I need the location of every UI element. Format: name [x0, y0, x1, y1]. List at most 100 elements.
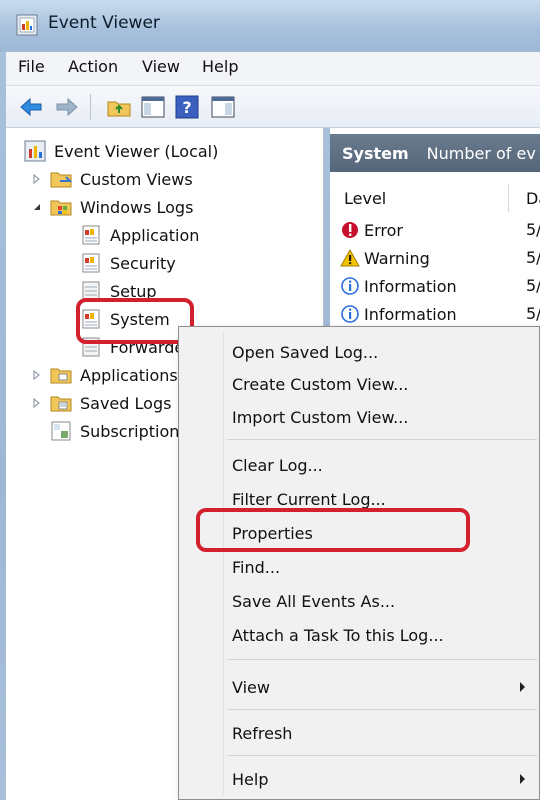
menu-item-filter-current-log[interactable]: Filter Current Log... [179, 483, 540, 515]
tree-label: Windows Logs [80, 197, 194, 217]
menu-bar: File Action View Help [6, 52, 540, 86]
collapse-arrow-icon[interactable] [30, 200, 44, 214]
menu-item-import-custom-view[interactable]: Import Custom View... [179, 401, 540, 433]
back-arrow-icon[interactable] [18, 94, 44, 120]
menu-item-refresh[interactable]: Refresh [179, 717, 540, 749]
table-row[interactable]: Information [340, 300, 457, 328]
level-text: Warning [364, 248, 430, 268]
menu-separator [227, 755, 537, 756]
tree-item-setup[interactable]: Setup [80, 278, 157, 304]
menu-item-label: Properties [232, 523, 313, 543]
forward-arrow-icon[interactable] [54, 94, 80, 120]
pane-header-info: Number of ev [426, 143, 536, 163]
menu-item-label: Open Saved Log... [232, 342, 379, 362]
tree-label: Event Viewer (Local) [54, 141, 219, 161]
menu-action[interactable]: Action [68, 57, 118, 76]
menu-item-label: Find... [232, 557, 281, 577]
menu-item-help[interactable]: Help [179, 763, 540, 795]
column-header-level[interactable]: Level [344, 182, 386, 214]
menu-item-create-custom-view[interactable]: Create Custom View... [179, 368, 540, 400]
menu-item-label: Attach a Task To this Log... [232, 625, 444, 645]
menu-separator [227, 439, 537, 440]
date-cell: 5/ [526, 276, 540, 295]
event-viewer-icon [24, 140, 46, 162]
tree-label: Custom Views [80, 169, 193, 189]
menu-item-properties[interactable]: Properties [179, 517, 540, 549]
menu-item-clear-log[interactable]: Clear Log... [179, 449, 540, 481]
date-cell: 5/ [526, 304, 540, 323]
pane-header-title: System [342, 143, 409, 163]
menu-item-label: Clear Log... [232, 455, 323, 475]
information-icon [341, 277, 359, 295]
menu-help[interactable]: Help [202, 57, 238, 76]
pane-header: System Number of ev [330, 134, 540, 172]
menu-item-label: View [232, 677, 270, 697]
table-row[interactable]: Error [340, 216, 403, 244]
column-header-label: Da [526, 188, 540, 208]
menu-item-attach-task[interactable]: Attach a Task To this Log... [179, 619, 540, 651]
submenu-arrow-icon [520, 774, 525, 784]
tree-item-root[interactable]: Event Viewer (Local) [24, 138, 218, 164]
tree-item-application[interactable]: Application [80, 222, 199, 248]
column-header-date[interactable]: Da [526, 182, 540, 214]
tree-item-system[interactable]: System [80, 306, 170, 332]
menu-item-find[interactable]: Find... [179, 551, 540, 583]
menu-separator [227, 659, 537, 660]
folder-icon [50, 368, 72, 384]
menu-item-label: Help [232, 769, 269, 789]
menu-separator [227, 709, 537, 710]
subscription-icon [51, 421, 71, 441]
menu-item-label: Refresh [232, 723, 293, 743]
svg-text:?: ? [182, 98, 191, 117]
date-cell: 5/ [526, 248, 540, 267]
tree-label: System [110, 309, 170, 329]
menu-view[interactable]: View [142, 57, 180, 76]
tree-label: Subscriptions [80, 421, 188, 441]
tree-item-security[interactable]: Security [80, 250, 176, 276]
expand-arrow-icon[interactable] [30, 368, 44, 382]
toolbar: ? [6, 86, 540, 128]
tree-label: Saved Logs [80, 393, 172, 413]
menu-file[interactable]: File [18, 57, 45, 76]
help-icon[interactable]: ? [174, 94, 200, 120]
error-icon [342, 222, 358, 238]
toolbar-separator [90, 94, 91, 120]
menu-item-label: Create Custom View... [232, 374, 409, 394]
level-text: Information [364, 276, 457, 296]
information-icon [341, 305, 359, 323]
menu-item-save-all-events[interactable]: Save All Events As... [179, 585, 540, 617]
tree-item-custom-views[interactable]: Custom Views [30, 166, 193, 192]
log-icon [82, 225, 100, 245]
column-separator[interactable] [508, 184, 509, 212]
log-disabled-icon [82, 337, 100, 357]
show-hide-action-pane-icon[interactable] [210, 94, 236, 120]
level-text: Error [364, 220, 403, 240]
date-cell: 5/ [526, 220, 540, 239]
event-viewer-icon [16, 14, 38, 36]
folder-icon [50, 396, 72, 412]
tree-label: Application [110, 225, 200, 245]
tree-label: Setup [110, 281, 157, 301]
tree-item-saved-logs[interactable]: Saved Logs [30, 390, 171, 416]
window-frame: Event Viewer File Action View Help ? Eve… [0, 0, 540, 800]
level-text: Information [364, 304, 457, 324]
menu-item-label: Filter Current Log... [232, 489, 386, 509]
warning-icon [340, 248, 360, 267]
menu-item-label: Import Custom View... [232, 407, 409, 427]
expand-arrow-icon[interactable] [30, 172, 44, 186]
table-row[interactable]: Information [340, 272, 457, 300]
tree-item-windows-logs[interactable]: Windows Logs [30, 194, 193, 220]
windows-folder-icon [50, 200, 72, 216]
folder-icon [50, 172, 72, 188]
expand-arrow-icon[interactable] [30, 396, 44, 410]
menu-item-label: Save All Events As... [232, 591, 396, 611]
up-folder-icon[interactable] [106, 94, 132, 120]
tree-item-subscriptions[interactable]: Subscriptions [50, 418, 188, 444]
title-bar[interactable]: Event Viewer [0, 0, 540, 52]
log-icon [82, 253, 100, 273]
menu-item-open-saved-log[interactable]: Open Saved Log... [179, 336, 540, 368]
menu-item-view[interactable]: View [179, 671, 540, 703]
show-hide-tree-icon[interactable] [140, 94, 166, 120]
table-row[interactable]: Warning [340, 244, 430, 272]
log-disabled-icon [82, 281, 100, 301]
